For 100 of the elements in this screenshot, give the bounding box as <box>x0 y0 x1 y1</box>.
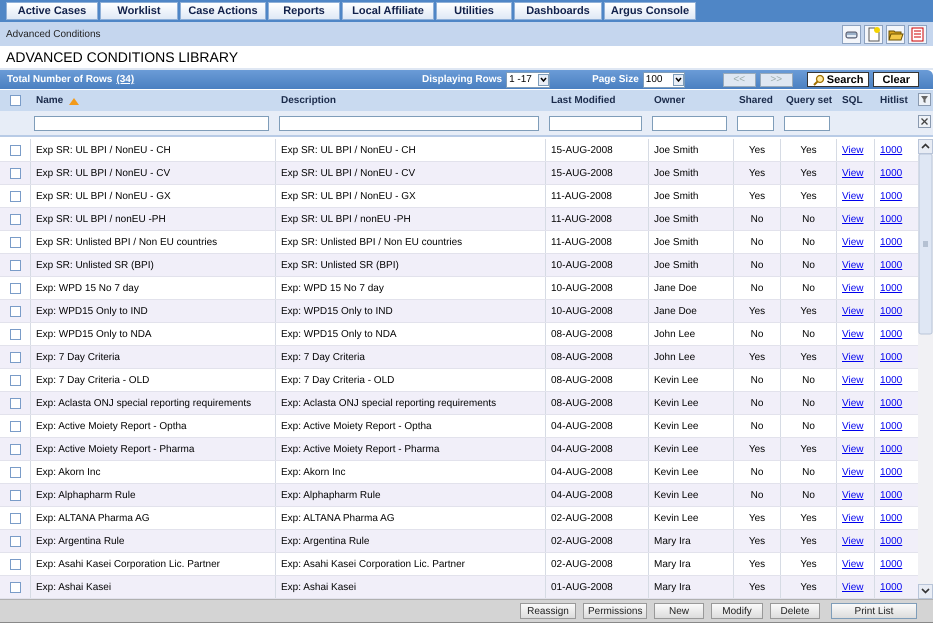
hitlist-link[interactable]: 1000 <box>880 328 902 340</box>
hitlist-link[interactable]: 1000 <box>880 466 902 478</box>
view-sql-link[interactable]: View <box>842 536 864 546</box>
hitlist-link[interactable]: 1000 <box>880 282 902 294</box>
row-checkbox[interactable] <box>10 398 20 408</box>
drive-icon[interactable] <box>842 24 861 44</box>
caret-icon[interactable] <box>672 74 684 86</box>
list-icon[interactable] <box>908 24 927 44</box>
filter-field[interactable] <box>279 116 539 130</box>
row-checkbox[interactable] <box>10 236 20 248</box>
hitlist-link[interactable]: 1000 <box>880 420 902 432</box>
hitlist-link[interactable]: 1000 <box>880 398 902 408</box>
nav-tab[interactable]: Active Cases <box>6 2 98 20</box>
column-header[interactable]: Name <box>36 95 64 106</box>
footer-button[interactable]: New <box>654 603 704 619</box>
nav-tab[interactable]: Argus Console <box>604 2 696 20</box>
hitlist-link[interactable]: 1000 <box>880 490 902 500</box>
column-header[interactable]: Description <box>281 95 336 106</box>
view-sql-link[interactable]: View <box>842 582 864 592</box>
row-checkbox[interactable] <box>10 536 20 546</box>
caret-icon[interactable] <box>538 74 550 86</box>
nav-tab[interactable]: Dashboards <box>514 2 602 20</box>
hitlist-link[interactable]: 1000 <box>880 582 902 592</box>
column-header[interactable]: SQL <box>842 95 863 106</box>
row-checkbox[interactable] <box>10 558 20 570</box>
view-sql-link[interactable]: View <box>842 236 864 248</box>
nav-tab[interactable]: Local Affiliate <box>342 2 434 20</box>
new-document-icon[interactable] <box>864 24 883 44</box>
filter-field[interactable] <box>652 116 727 130</box>
row-checkbox[interactable] <box>10 512 20 524</box>
view-sql-link[interactable]: View <box>842 558 864 570</box>
filter-field[interactable] <box>549 116 642 130</box>
hitlist-link[interactable]: 1000 <box>880 214 902 224</box>
row-checkbox[interactable] <box>10 444 20 454</box>
row-checkbox[interactable] <box>10 168 20 178</box>
nav-tab[interactable]: Worklist <box>100 2 178 20</box>
footer-button[interactable]: Reassign <box>520 603 576 619</box>
hitlist-link[interactable]: 1000 <box>880 558 902 570</box>
select-all-checkbox[interactable] <box>10 95 20 106</box>
row-checkbox[interactable] <box>10 352 20 362</box>
hitlist-link[interactable]: 1000 <box>880 236 902 248</box>
row-checkbox[interactable] <box>10 420 20 432</box>
row-checkbox[interactable] <box>10 582 20 592</box>
footer-button[interactable]: Delete <box>770 603 820 619</box>
nav-tab[interactable]: Case Actions <box>180 2 266 20</box>
view-sql-link[interactable]: View <box>842 398 864 408</box>
filter-field[interactable] <box>737 116 774 130</box>
dropdown[interactable]: 100 <box>642 72 685 88</box>
scrollbar[interactable] <box>918 139 933 599</box>
footer-button[interactable]: Print List <box>831 603 917 619</box>
view-sql-link[interactable]: View <box>842 190 864 202</box>
filter-icon[interactable] <box>918 92 931 106</box>
row-checkbox[interactable] <box>10 214 20 224</box>
close-icon[interactable] <box>918 115 931 128</box>
column-header[interactable]: Hitlist <box>880 95 908 106</box>
view-sql-link[interactable]: View <box>842 374 864 386</box>
filter-field[interactable] <box>784 116 830 130</box>
row-checkbox[interactable] <box>10 282 20 294</box>
search-button[interactable]: Search <box>806 72 870 87</box>
clear-button[interactable]: Clear <box>873 72 919 87</box>
hitlist-link[interactable]: 1000 <box>880 306 902 316</box>
column-header[interactable]: Last Modified <box>551 95 616 106</box>
view-sql-link[interactable]: View <box>842 490 864 500</box>
view-sql-link[interactable]: View <box>842 512 864 524</box>
row-checkbox[interactable] <box>10 306 20 316</box>
column-header[interactable]: Owner <box>654 95 686 106</box>
hitlist-link[interactable]: 1000 <box>880 444 902 454</box>
row-checkbox[interactable] <box>10 490 20 500</box>
search-icon[interactable] <box>812 74 825 86</box>
hitlist-link[interactable]: 1000 <box>880 260 902 270</box>
view-sql-link[interactable]: View <box>842 282 864 294</box>
view-sql-link[interactable]: View <box>842 168 864 178</box>
sort-ascending-icon[interactable] <box>68 96 80 106</box>
view-sql-link[interactable]: View <box>842 352 864 362</box>
nav-tab[interactable]: Reports <box>268 2 340 20</box>
hitlist-link[interactable]: 1000 <box>880 144 902 156</box>
view-sql-link[interactable]: View <box>842 328 864 340</box>
row-checkbox[interactable] <box>10 144 20 156</box>
row-checkbox[interactable] <box>10 466 20 478</box>
hitlist-link[interactable]: 1000 <box>880 512 902 524</box>
hitlist-link[interactable]: 1000 <box>880 374 902 386</box>
dropdown[interactable]: 1 -17 <box>506 72 550 88</box>
footer-button[interactable]: Permissions <box>583 603 647 619</box>
view-sql-link[interactable]: View <box>842 420 864 432</box>
hitlist-link[interactable]: 1000 <box>880 168 902 178</box>
row-checkbox[interactable] <box>10 328 20 340</box>
folder-icon[interactable] <box>886 24 905 44</box>
view-sql-link[interactable]: View <box>842 306 864 316</box>
hitlist-link[interactable]: 1000 <box>880 352 902 362</box>
column-header[interactable]: Shared <box>739 95 773 106</box>
column-header[interactable]: Query set <box>786 95 832 106</box>
hitlist-link[interactable]: 1000 <box>880 190 902 202</box>
hitlist-link[interactable]: 1000 <box>880 536 902 546</box>
row-checkbox[interactable] <box>10 374 20 386</box>
nav-tab[interactable]: Utilities <box>436 2 512 20</box>
view-sql-link[interactable]: View <box>842 444 864 454</box>
view-sql-link[interactable]: View <box>842 144 864 156</box>
row-checkbox[interactable] <box>10 260 20 270</box>
row-checkbox[interactable] <box>10 190 20 202</box>
filter-field[interactable] <box>34 116 269 130</box>
